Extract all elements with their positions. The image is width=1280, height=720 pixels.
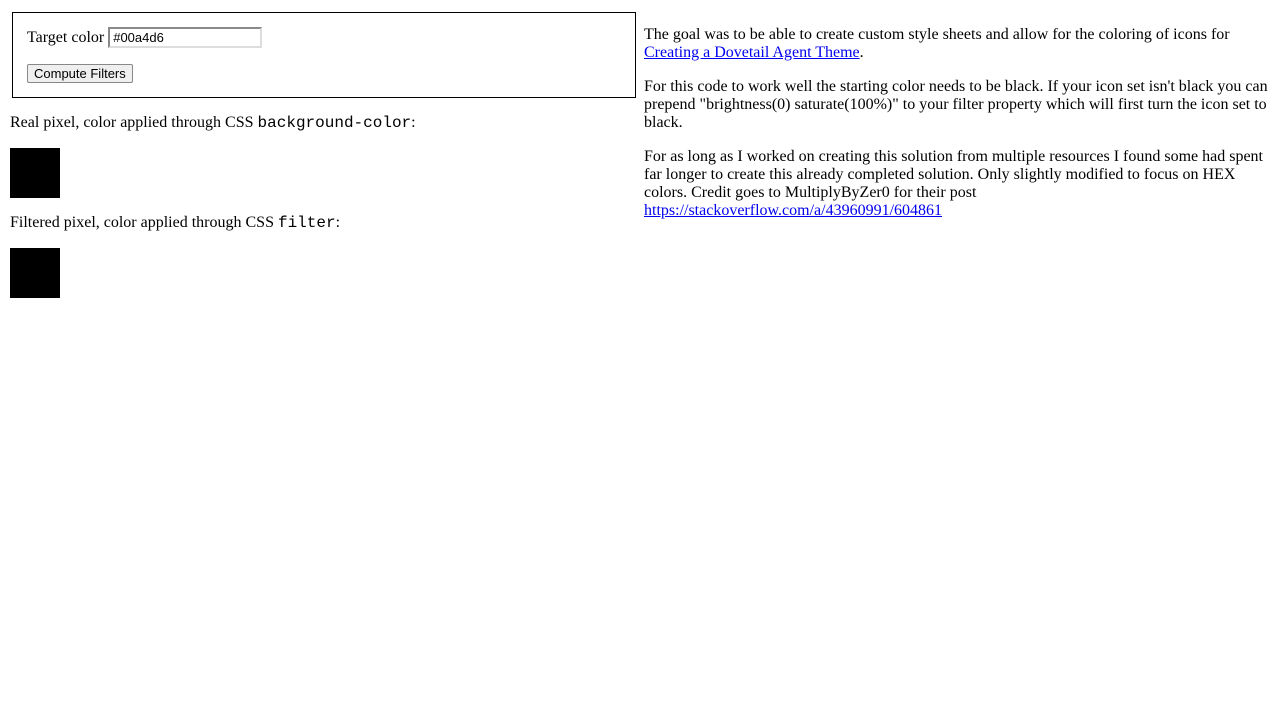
- right-column: The goal was to be able to create custom…: [644, 10, 1270, 298]
- background-color-code: background-color: [258, 114, 412, 132]
- goal-text-post: .: [860, 44, 864, 61]
- compute-filters-button[interactable]: Compute Filters: [27, 64, 133, 83]
- filter-form: Target color Compute Filters: [12, 12, 636, 98]
- real-pixel-label-pre: Real pixel, color applied through CSS: [10, 114, 258, 131]
- real-pixel-label: Real pixel, color applied through CSS ba…: [10, 114, 636, 132]
- goal-text-pre: The goal was to be able to create custom…: [644, 26, 1230, 43]
- stackoverflow-link[interactable]: https://stackoverflow.com/a/43960991/604…: [644, 202, 942, 219]
- left-column: Target color Compute Filters Real pixel,…: [10, 10, 636, 298]
- credit-text-pre: For as long as I worked on creating this…: [644, 148, 1263, 201]
- target-color-input[interactable]: [108, 27, 262, 48]
- filtered-pixel-label: Filtered pixel, color applied through CS…: [10, 214, 636, 232]
- goal-paragraph: The goal was to be able to create custom…: [644, 26, 1270, 62]
- target-color-label: Target color: [27, 29, 104, 46]
- filtered-pixel-swatch: [10, 248, 60, 298]
- filter-code: filter: [278, 214, 336, 232]
- real-pixel-swatch: [10, 148, 60, 198]
- real-pixel-label-post: :: [411, 114, 415, 131]
- filtered-pixel-label-pre: Filtered pixel, color applied through CS…: [10, 214, 278, 231]
- filtered-pixel-label-post: :: [336, 214, 340, 231]
- black-start-paragraph: For this code to work well the starting …: [644, 78, 1270, 132]
- credit-paragraph: For as long as I worked on creating this…: [644, 148, 1270, 220]
- dovetail-theme-link[interactable]: Creating a Dovetail Agent Theme: [644, 44, 860, 61]
